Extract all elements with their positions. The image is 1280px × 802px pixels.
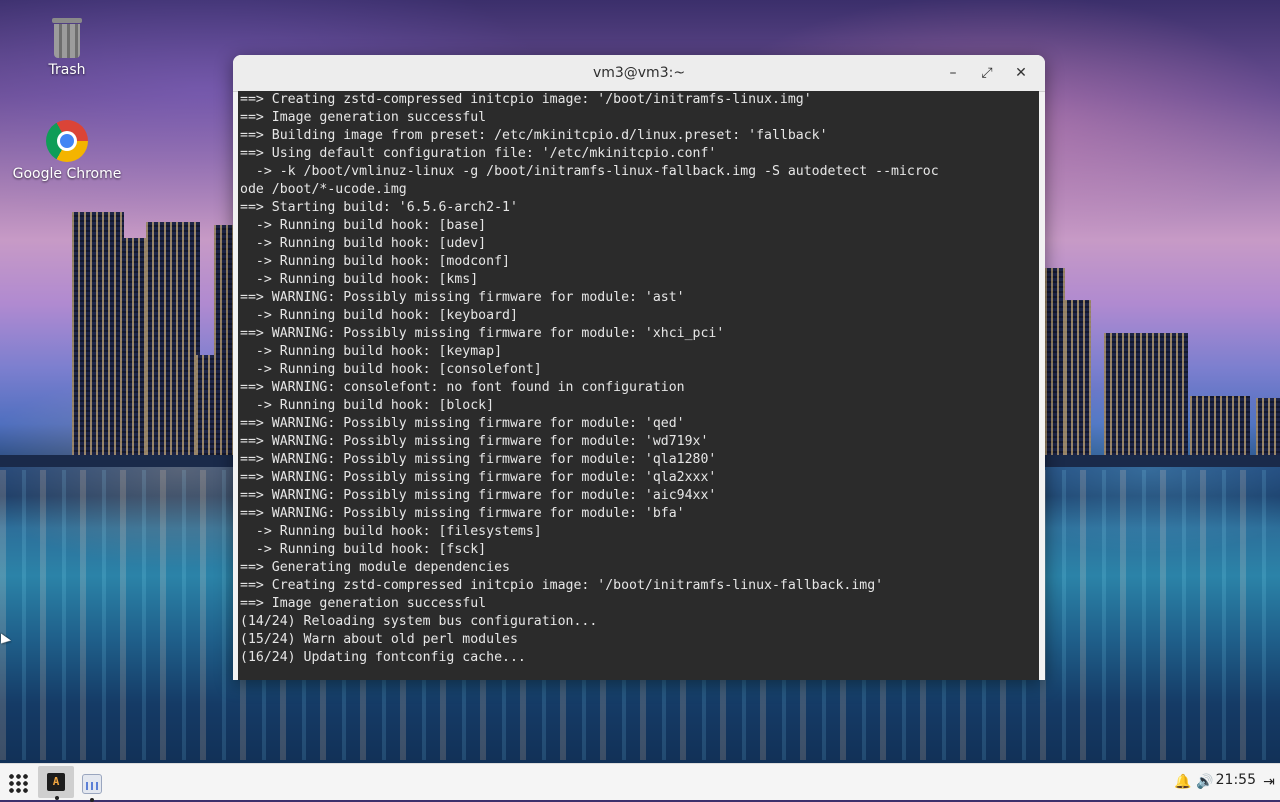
- terminal-line: ==> Building image from preset: /etc/mki…: [240, 128, 828, 143]
- clock[interactable]: 21:55: [1216, 772, 1256, 788]
- terminal-line: ==> Starting build: '6.5.6-arch2-1': [240, 200, 518, 215]
- wallpaper-building: [1065, 300, 1091, 458]
- taskbar: A 🔔 🔊 21:55 ⇥: [0, 763, 1280, 802]
- terminal-line: -> -k /boot/vmlinuz-linux -g /boot/initr…: [240, 164, 939, 179]
- wallpaper-building: [1045, 268, 1065, 458]
- terminal-line: -> Running build hook: [base]: [240, 218, 487, 233]
- terminal-line: (16/24) Updating fontconfig cache...: [240, 650, 526, 665]
- terminal-line: ==> Image generation successful: [240, 596, 487, 611]
- terminal-line: -> Running build hook: [consolefont]: [240, 362, 542, 377]
- terminal-window[interactable]: vm3@vm3:~ – ⤢ ✕ ==> Creating zstd-compre…: [233, 55, 1045, 680]
- terminal-line: (14/24) Reloading system bus configurati…: [240, 614, 598, 629]
- window-title: vm3@vm3:~: [592, 65, 686, 81]
- terminal-output[interactable]: ==> Creating zstd-compressed initcpio im…: [238, 91, 1039, 680]
- terminal-line: ==> WARNING: consolefont: no font found …: [240, 380, 685, 395]
- wallpaper-building: [146, 222, 200, 462]
- desktop-trash[interactable]: Trash: [12, 18, 122, 78]
- terminal-line: ode /boot/*-ucode.img: [240, 182, 407, 197]
- terminal-line: ==> WARNING: Possibly missing firmware f…: [240, 326, 725, 341]
- desktop-google-chrome[interactable]: Google Chrome: [12, 120, 122, 182]
- terminal-line: -> Running build hook: [block]: [240, 398, 495, 413]
- volume-icon[interactable]: 🔊: [1196, 772, 1214, 792]
- running-indicator: [55, 796, 59, 800]
- terminal-line: ==> WARNING: Possibly missing firmware f…: [240, 434, 709, 449]
- logout-icon[interactable]: ⇥: [1260, 772, 1278, 792]
- terminal-icon: A: [47, 773, 65, 791]
- terminal-line: -> Running build hook: [filesystems]: [240, 524, 542, 539]
- desktop-trash-label: Trash: [48, 62, 86, 78]
- wallpaper-building: [1104, 333, 1188, 458]
- maximize-button[interactable]: ⤢: [975, 61, 999, 85]
- wallpaper-building: [72, 212, 124, 462]
- terminal-line: (15/24) Warn about old perl modules: [240, 632, 518, 647]
- terminal-line: ==> Generating module dependencies: [240, 560, 510, 575]
- desktop-chrome-label: Google Chrome: [12, 166, 122, 182]
- trash-icon: [50, 18, 84, 58]
- notifications-icon[interactable]: 🔔: [1174, 772, 1192, 792]
- terminal-line: ==> WARNING: Possibly missing firmware f…: [240, 470, 717, 485]
- terminal-line: ==> Creating zstd-compressed initcpio im…: [240, 578, 884, 593]
- taskbar-system-monitor[interactable]: [80, 768, 104, 802]
- terminal-text: ==> Creating zstd-compressed initcpio im…: [238, 91, 1039, 667]
- minimize-button[interactable]: –: [941, 61, 965, 85]
- wallpaper-building: [196, 355, 216, 460]
- wallpaper-building: [214, 225, 234, 460]
- window-titlebar[interactable]: vm3@vm3:~ – ⤢ ✕: [233, 55, 1045, 92]
- terminal-line: ==> WARNING: Possibly missing firmware f…: [240, 506, 685, 521]
- terminal-line: ==> WARNING: Possibly missing firmware f…: [240, 290, 685, 305]
- system-monitor-icon: [82, 774, 102, 794]
- terminal-line: -> Running build hook: [fsck]: [240, 542, 487, 557]
- terminal-line: -> Running build hook: [modconf]: [240, 254, 510, 269]
- close-button[interactable]: ✕: [1009, 61, 1033, 85]
- terminal-line: ==> WARNING: Possibly missing firmware f…: [240, 416, 685, 431]
- terminal-line: -> Running build hook: [udev]: [240, 236, 487, 251]
- terminal-line: -> Running build hook: [keymap]: [240, 344, 503, 359]
- terminal-line: -> Running build hook: [kms]: [240, 272, 479, 287]
- wallpaper-building: [1256, 398, 1280, 458]
- terminal-line: ==> WARNING: Possibly missing firmware f…: [240, 452, 717, 467]
- terminal-line: ==> Image generation successful: [240, 110, 487, 125]
- terminal-line: ==> Creating zstd-compressed initcpio im…: [240, 92, 812, 107]
- mouse-cursor-icon: [1, 633, 11, 651]
- terminal-line: -> Running build hook: [keyboard]: [240, 308, 518, 323]
- wallpaper-building: [1190, 396, 1250, 458]
- terminal-line: ==> WARNING: Possibly missing firmware f…: [240, 488, 717, 503]
- apps-grid-icon[interactable]: [8, 773, 30, 793]
- terminal-line: ==> Using default configuration file: '/…: [240, 146, 717, 161]
- taskbar-terminal[interactable]: A: [38, 766, 74, 800]
- chrome-icon: [46, 120, 88, 162]
- running-indicator: [90, 798, 94, 802]
